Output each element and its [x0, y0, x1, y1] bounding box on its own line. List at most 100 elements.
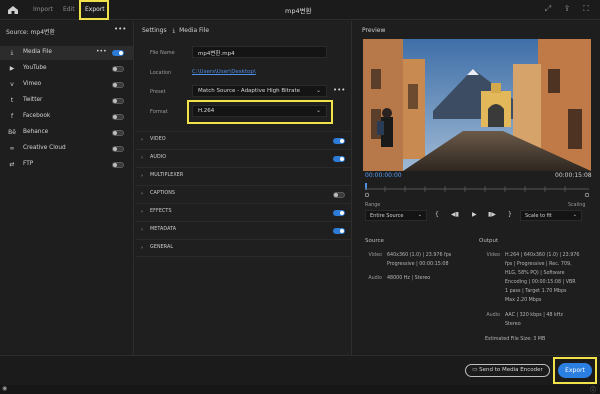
media-file-toggle[interactable]: [112, 50, 124, 56]
tab-import[interactable]: Import: [33, 6, 53, 13]
home-icon[interactable]: [7, 5, 19, 15]
info-line: 48000 Hz | Stereo: [387, 276, 431, 281]
creative-cloud-toggle[interactable]: [112, 146, 124, 152]
range-select[interactable]: Entire Source ⌄: [365, 210, 427, 221]
section-general[interactable]: › GENERAL: [135, 239, 352, 257]
audio-toggle[interactable]: [333, 156, 345, 162]
destinations-panel: Source: mp4변환 ••• ⤓ Media File ••• ▶ You…: [0, 21, 134, 355]
facebook-toggle[interactable]: [112, 114, 124, 120]
facebook-icon: f: [10, 113, 14, 120]
scaling-label: Scaling: [568, 203, 586, 208]
section-video[interactable]: › VIDEO: [135, 131, 352, 149]
section-label: CAPTIONS: [150, 191, 176, 196]
destination-behance[interactable]: Bē Behance: [0, 126, 134, 140]
preview-image: [363, 39, 591, 171]
destination-label: YouTube: [23, 65, 47, 71]
captions-toggle[interactable]: [333, 192, 345, 198]
twitter-icon: t: [10, 97, 14, 104]
chevron-right-icon: ›: [141, 227, 143, 233]
section-label: EFFECTS: [150, 209, 172, 214]
settings-header: Settings ⤓ Media File: [142, 27, 209, 35]
section-metadata[interactable]: › METADATA: [135, 221, 352, 239]
video-toggle[interactable]: [333, 138, 345, 144]
scaling-select[interactable]: Scale to fit ⌄: [520, 210, 582, 221]
info-icon[interactable]: ⓘ: [590, 385, 596, 394]
destination-creative-cloud[interactable]: ∞ Creative Cloud: [0, 142, 134, 156]
section-label: AUDIO: [150, 155, 167, 160]
section-effects[interactable]: › EFFECTS: [135, 203, 352, 221]
vimeo-toggle[interactable]: [112, 82, 124, 88]
vimeo-icon: v: [10, 81, 14, 88]
tab-edit[interactable]: Edit: [63, 6, 75, 13]
ftp-toggle[interactable]: [112, 162, 124, 168]
destination-label: Creative Cloud: [23, 145, 66, 151]
mark-in-icon[interactable]: {: [435, 211, 439, 218]
destination-label: Twitter: [23, 97, 43, 103]
export-icon: ⤓: [172, 27, 176, 34]
info-line: 640x360 (1.0) | 23.976 fps: [387, 253, 452, 258]
download-icon: ⤓: [10, 49, 14, 56]
info-line: fps | Progressive | Rec. 709,: [505, 262, 572, 267]
format-label: Format: [150, 109, 168, 115]
output-info-title: Output: [479, 238, 499, 244]
source-info-title: Source: [365, 238, 384, 244]
preset-more-icon[interactable]: •••: [333, 86, 345, 94]
chevron-down-icon: ⌄: [572, 212, 577, 218]
twitter-toggle[interactable]: [112, 98, 124, 104]
play-icon[interactable]: ▶: [472, 211, 477, 218]
destination-youtube[interactable]: ▶ YouTube: [0, 62, 134, 76]
info-line: Max 2.20 Mbps: [505, 298, 542, 303]
destination-twitter[interactable]: t Twitter: [0, 94, 134, 108]
send-to-media-encoder-button[interactable]: ▭ Send to Media Encoder: [465, 364, 550, 377]
timeline-scrubber[interactable]: [364, 183, 590, 198]
destination-vimeo[interactable]: v Vimeo: [0, 78, 134, 92]
section-label: METADATA: [150, 227, 177, 232]
preset-select[interactable]: Match Source - Adaptive High Bitrate ⌄: [192, 85, 327, 97]
preset-label: Preset: [150, 89, 166, 95]
effects-toggle[interactable]: [333, 210, 345, 216]
export-button[interactable]: Export: [558, 363, 592, 378]
youtube-icon: ▶: [9, 65, 15, 72]
step-forward-icon[interactable]: ▮▶: [488, 211, 496, 218]
youtube-toggle[interactable]: [112, 66, 124, 72]
file-name-label: File Name: [150, 50, 175, 56]
source-audio-info: 48000 Hz | Stereo: [387, 274, 430, 283]
metadata-toggle[interactable]: [333, 228, 345, 234]
section-audio[interactable]: › AUDIO: [135, 149, 352, 167]
preview-header: Preview: [362, 27, 386, 34]
destination-ftp[interactable]: ⇄ FTP: [0, 158, 134, 172]
destination-media-file[interactable]: ⤓ Media File •••: [0, 46, 134, 60]
chevron-down-icon: ⌄: [315, 87, 321, 94]
step-back-icon[interactable]: ◀▮: [451, 211, 459, 218]
creative-cloud-icon: ∞: [9, 145, 15, 152]
source-more-icon[interactable]: •••: [114, 25, 126, 33]
source-audio-key: Audio: [368, 276, 382, 281]
file-name-input[interactable]: mp4변환.mp4: [192, 46, 327, 58]
output-audio-info: AAC | 320 kbps | 48 kHz Stereo: [505, 311, 563, 329]
media-file-more-icon[interactable]: •••: [96, 48, 107, 55]
location-link[interactable]: C:\Users\User\Desktop\: [192, 69, 256, 75]
scaling-value: Scale to fit: [525, 213, 552, 219]
section-label: VIDEO: [150, 137, 166, 142]
location-label: Location: [150, 70, 172, 76]
mark-out-icon[interactable]: }: [508, 211, 512, 218]
chevron-right-icon: ›: [141, 191, 143, 197]
expand-icon[interactable]: ⤢: [543, 4, 553, 14]
info-line: Stereo: [505, 322, 521, 327]
fullscreen-icon[interactable]: ⛶: [581, 4, 591, 14]
destination-facebook[interactable]: f Facebook: [0, 110, 134, 124]
output-audio-key: Audio: [486, 313, 500, 318]
section-multiplexer[interactable]: › MULTIPLEXER: [135, 167, 352, 185]
range-value: Entire Source: [370, 213, 404, 219]
bottom-bar: ▭ Send to Media Encoder Export: [0, 355, 600, 385]
share-icon[interactable]: ⇪: [562, 4, 572, 14]
preview-panel: Preview 00:00:00:00 00:00:15:08 Range En…: [353, 21, 600, 355]
chevron-right-icon: ›: [141, 173, 143, 179]
output-video-key: Video: [486, 253, 500, 258]
preset-value: Match Source - Adaptive High Bitrate: [198, 88, 301, 94]
section-captions[interactable]: › CAPTIONS: [135, 185, 352, 203]
status-icon: ◉: [2, 385, 8, 392]
behance-toggle[interactable]: [112, 130, 124, 136]
format-highlight: [187, 100, 333, 124]
destination-label: Media File: [23, 49, 52, 55]
